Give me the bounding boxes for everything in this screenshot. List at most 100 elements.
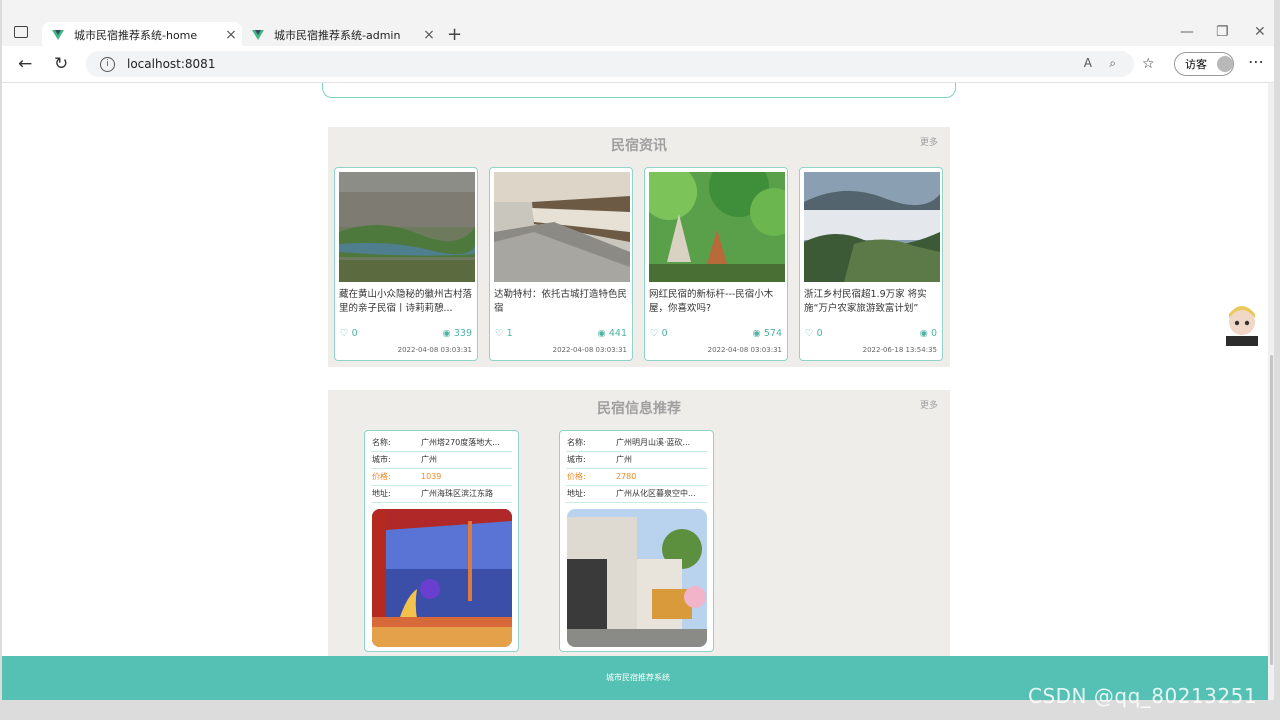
house-name-row: 名称: 广州明月山溪·蓝砍... [566,435,707,452]
address-label: 地址: [567,489,586,498]
tab-admin[interactable]: 城市民宿推荐系统-admin × [242,22,440,47]
news-card[interactable]: 达勒特村：依托古城打造特色民宿 ♡ 1 ◉ 441 2022-04-08 03:… [489,167,633,361]
view-count: 441 [608,328,627,339]
like-icon: ♡ [495,328,504,339]
news-date: 2022-06-18 13:54:35 [862,346,937,354]
house-city-row: 城市: 广州 [566,452,707,469]
news-likes: ♡ 1 [495,328,513,339]
house-price: 1039 [421,472,442,481]
like-icon: ♡ [650,328,659,339]
vue-favicon-icon [52,29,64,40]
scrollbar-thumb[interactable] [1270,355,1273,665]
news-image-village [339,172,475,282]
tab-actions-icon[interactable] [14,26,28,38]
like-icon: ♡ [805,328,814,339]
news-card[interactable]: 藏在黄山小众隐秘的徽州古村落里的亲子民宿丨诗莉莉憩... ♡ 0 ◉ 339 2… [334,167,478,361]
house-city: 广州 [421,455,437,464]
view-icon: ◉ [597,328,606,339]
new-tab-icon[interactable]: + [447,24,462,45]
more-icon[interactable]: ⋯ [1248,52,1264,71]
name-label: 名称: [372,438,391,447]
recommend-section: 民宿信息推荐 更多 名称: 广州塔270度落地大... 城市: 广州 价格: 1039… [328,390,950,656]
house-address: 广州海珠区滨江东路 [421,489,493,498]
news-image-mountain [804,172,940,282]
zoom-icon[interactable]: ⌕ [1109,56,1116,71]
house-price-row: 价格: 2780 [566,469,707,486]
house-image-tower-view [372,509,512,647]
news-date: 2022-04-08 03:03:31 [397,346,472,354]
csdn-watermark: CSDN @qq_80213251 [1028,684,1258,708]
news-title: 藏在黄山小众隐秘的徽州古村落里的亲子民宿丨诗莉莉憩... [339,289,473,314]
news-title: 达勒特村：依托古城打造特色民宿 [494,289,628,314]
house-address-row: 地址: 广州从化区暮泉空中... [566,486,707,503]
view-count: 0 [930,328,937,339]
page-viewport: 民宿资讯 更多 藏在黄山小众隐秘的徽州古村落里的亲子民宿丨诗莉莉憩... ♡ 0… [2,83,1274,700]
url-field[interactable]: i localhost:8081 A ⌕ [86,51,1134,77]
close-window-icon[interactable]: ✕ [1254,24,1266,40]
url-text: localhost:8081 [127,57,216,71]
news-date: 2022-04-08 03:03:31 [552,346,627,354]
view-count: 339 [453,328,472,339]
minimize-icon[interactable]: — [1180,24,1194,40]
house-price-row: 价格: 1039 [371,469,512,486]
news-card[interactable]: 浙江乡村民宿超1.9万家 将实施“万户农家旅游致富计划” ♡ 0 ◉ 0 202… [799,167,943,361]
like-count: 1 [506,328,513,339]
customer-service-avatar[interactable] [1220,302,1264,346]
read-aloud-icon[interactable]: A [1084,56,1092,70]
view-icon: ◉ [919,328,928,339]
news-views: ◉ 574 [753,328,782,339]
tab-close-icon[interactable]: × [418,27,440,43]
news-date: 2022-04-08 03:03:31 [707,346,782,354]
news-views: ◉ 339 [443,328,472,339]
profile-button[interactable]: 访客 [1174,52,1234,76]
tab-close-icon[interactable]: × [220,27,242,43]
house-name-row: 名称: 广州塔270度落地大... [371,435,512,452]
address-bar: ← ↻ i localhost:8081 A ⌕ ☆ [2,46,1274,83]
tab-home[interactable]: 城市民宿推荐系统-home × [42,22,242,47]
house-card[interactable]: 名称: 广州塔270度落地大... 城市: 广州 价格: 1039 地址: 广州海珠区滨… [364,430,519,652]
like-icon: ♡ [340,328,349,339]
news-views: ◉ 0 [920,328,937,339]
recommend-more-link[interactable]: 更多 [920,398,938,411]
vue-favicon-icon [252,29,264,40]
house-address-row: 地址: 广州海珠区滨江东路 [371,486,512,503]
reload-icon[interactable]: ↻ [54,54,68,74]
view-count: 574 [763,328,782,339]
tab-bar: 城市民宿推荐系统-home × 城市民宿推荐系统-admin × + — ❐ ✕ [2,0,1274,47]
news-title: 浙江乡村民宿超1.9万家 将实施“万户农家旅游致富计划” [804,289,927,314]
house-city: 广州 [616,455,632,464]
news-section-title: 民宿资讯 [611,138,667,154]
back-icon[interactable]: ← [18,54,32,74]
name-label: 名称: [567,438,586,447]
profile-label: 访客 [1185,58,1207,71]
news-title: 网红民宿的新标杆---民宿小木屋，你喜欢吗? [649,289,774,314]
tab-title: 城市民宿推荐系统-admin [274,28,401,42]
news-more-link[interactable]: 更多 [920,135,938,148]
city-label: 城市: [567,455,586,464]
house-card[interactable]: 名称: 广州明月山溪·蓝砍... 城市: 广州 价格: 2780 地址: 广州从化区暮泉… [559,430,714,652]
house-city-row: 城市: 广州 [371,452,512,469]
search-card-bottom [322,83,956,98]
news-likes: ♡ 0 [805,328,823,339]
house-image-villa [567,509,707,647]
house-name: 广州明月山溪·蓝砍... [616,438,691,447]
price-label: 价格: [372,472,391,481]
recommend-section-title: 民宿信息推荐 [597,401,681,417]
city-label: 城市: [372,455,391,464]
favorites-icon[interactable]: ☆ [1142,56,1155,72]
news-likes: ♡ 0 [340,328,358,339]
view-icon: ◉ [442,328,451,339]
news-card[interactable]: 网红民宿的新标杆---民宿小木屋，你喜欢吗? ♡ 0 ◉ 574 2022-04… [644,167,788,361]
price-label: 价格: [567,472,586,481]
tab-title: 城市民宿推荐系统-home [74,28,198,42]
view-icon: ◉ [752,328,761,339]
browser-window: 城市民宿推荐系统-home × 城市民宿推荐系统-admin × + — ❐ ✕… [2,0,1274,700]
news-views: ◉ 441 [598,328,627,339]
restore-icon[interactable]: ❐ [1216,24,1229,40]
house-name: 广州塔270度落地大... [421,438,500,447]
news-likes: ♡ 0 [650,328,668,339]
news-section: 民宿资讯 更多 藏在黄山小众隐秘的徽州古村落里的亲子民宿丨诗莉莉憩... ♡ 0… [328,127,950,367]
house-price: 2780 [616,472,637,481]
news-image-terraces [494,172,630,282]
site-info-icon[interactable]: i [100,56,115,72]
